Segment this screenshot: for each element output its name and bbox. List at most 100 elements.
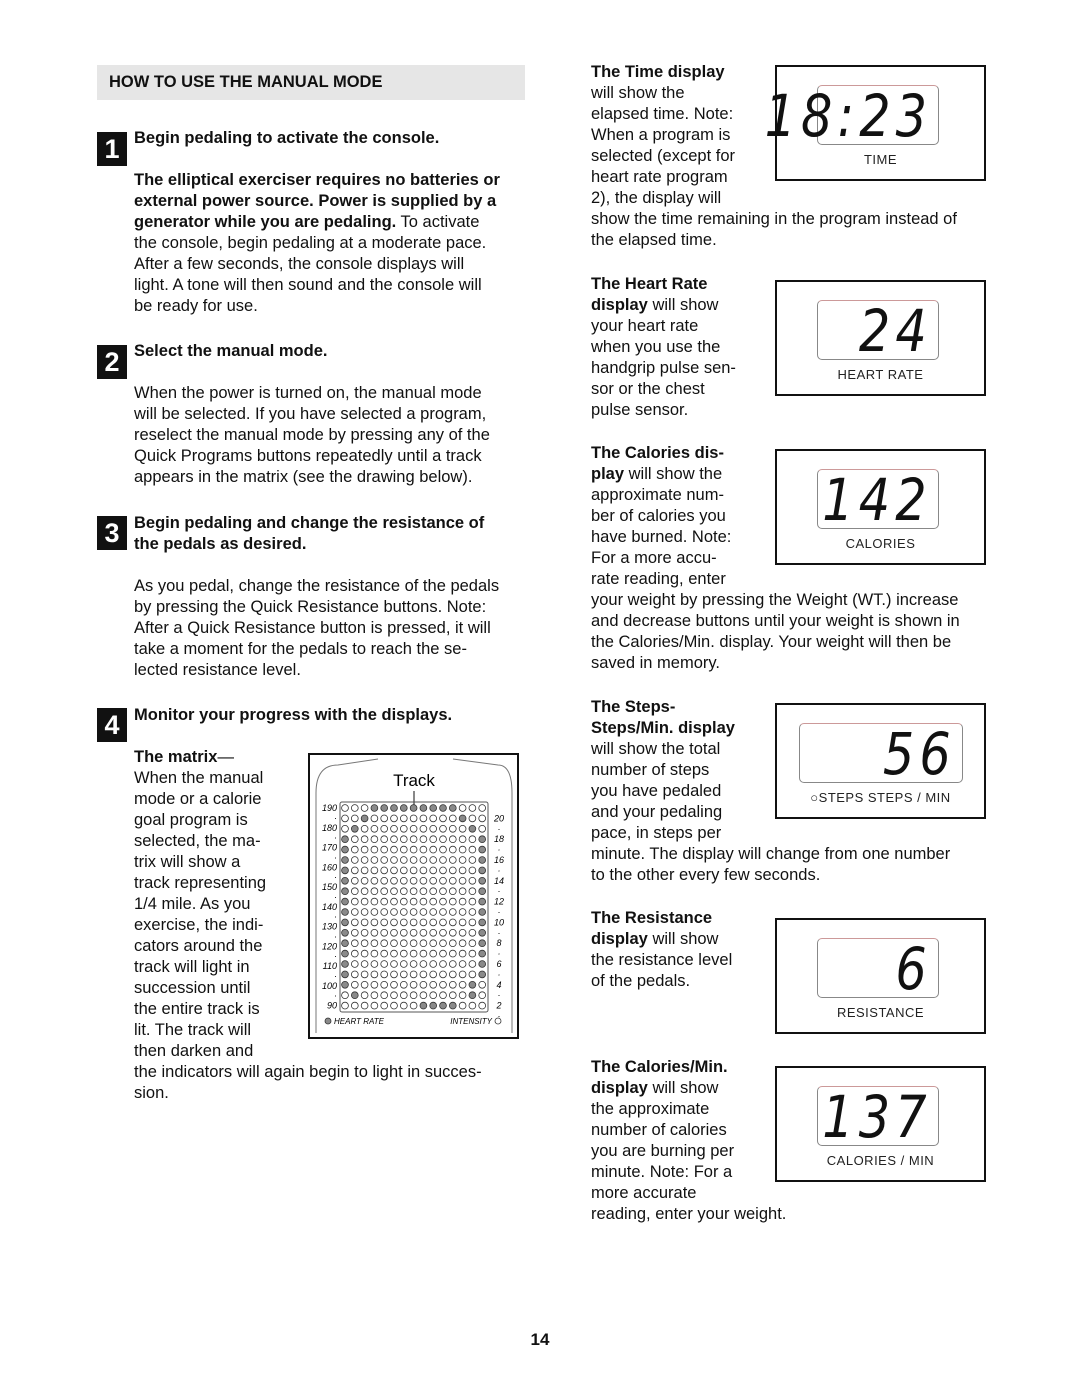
text-line: your heart rate: [591, 316, 736, 337]
matrix-indicator: [439, 970, 447, 979]
matrix-indicator: [419, 960, 428, 968]
matrix-indicator: [370, 877, 379, 885]
lcd-screen: 18:23: [764, 82, 939, 150]
step-3-heading: Begin pedaling and change the resistance…: [134, 513, 484, 555]
body-text: and decrease buttons until your weight i…: [591, 612, 960, 630]
heart-rate-tick: ·: [334, 813, 337, 823]
matrix-indicator: [400, 981, 408, 989]
matrix-indicator-lit: [439, 804, 447, 812]
heart-rate-display-figure: 24 HEART RATE: [775, 280, 986, 396]
matrix-indicator: [400, 960, 408, 968]
matrix-indicator: [350, 918, 359, 927]
matrix-indicator-lit: [449, 804, 457, 812]
matrix-indicator: [439, 918, 447, 927]
text-line: by pressing the Quick Resistance buttons…: [134, 597, 499, 618]
step-number-4: 4: [97, 708, 127, 742]
matrix-indicator-lit: [468, 825, 477, 833]
matrix-indicator: [370, 835, 379, 843]
heart-rate-description: The Heart Rate display will show your hear…: [591, 274, 736, 421]
matrix-indicator: [429, 825, 437, 833]
lcd-screen: 137: [817, 1083, 939, 1151]
matrix-indicator-lit: [360, 814, 369, 823]
lcd-digits: 24: [859, 297, 932, 365]
matrix-indicator: [409, 981, 418, 989]
body-text: you are burning per: [591, 1142, 735, 1160]
bold-text: external power source. Power is supplied…: [134, 192, 497, 210]
display-label: RESISTANCE: [836, 1005, 925, 1020]
matrix-indicator: [380, 887, 388, 896]
matrix-indicator: [468, 908, 477, 916]
matrix-indicator: [390, 877, 398, 885]
matrix-indicator: [360, 804, 369, 812]
matrix-indicator: [409, 897, 418, 906]
matrix-indicator: [439, 981, 447, 989]
matrix-indicator: [400, 845, 408, 854]
body-text: then darken and: [134, 1042, 254, 1060]
matrix-indicator-lit: [341, 866, 349, 875]
matrix-indicator-lit: [468, 991, 477, 1000]
text-line: The Resistance: [591, 908, 732, 929]
matrix-indicator: [360, 991, 369, 1000]
step-number-2: 2: [97, 345, 127, 379]
body-text: minute. Note: For a: [591, 1163, 733, 1181]
matrix-indicator: [449, 845, 457, 854]
section-header: HOW TO USE THE MANUAL MODE: [97, 65, 525, 100]
matrix-indicator: [429, 835, 437, 843]
intensity-tick: ·: [498, 949, 501, 959]
matrix-indicator: [449, 949, 457, 958]
intensity-tick: 14: [494, 876, 504, 886]
matrix-indicator-lit: [350, 825, 359, 833]
intensity-tick: ·: [498, 886, 501, 896]
body-text: reselect the manual mode by pressing any…: [134, 426, 490, 444]
matrix-indicator: [390, 835, 398, 843]
step-3-body: As you pedal, change the resistance of t…: [134, 576, 499, 681]
text-line: reselect the manual mode by pressing any…: [134, 425, 490, 446]
matrix-indicator: [429, 887, 437, 896]
calories-min-description: The Calories/Min. display will show the ap…: [591, 1057, 786, 1225]
text-line: The elliptical exerciser requires no bat…: [134, 170, 500, 191]
text-line: the elapsed time.: [591, 230, 957, 251]
matrix-indicator: [419, 856, 428, 864]
matrix-indicator: [419, 814, 428, 823]
lcd-digits: 137: [822, 1083, 932, 1151]
body-text: As you pedal, change the resistance of t…: [134, 577, 500, 595]
body-text: the approximate: [591, 1100, 710, 1118]
text-line: be ready for use.: [134, 296, 500, 317]
matrix-indicator: [468, 929, 477, 937]
matrix-indicator-lit: [341, 960, 349, 968]
matrix-indicator: [380, 845, 388, 854]
text-line: generator while you are pedaling. To act…: [134, 212, 500, 233]
matrix-indicator: [360, 887, 369, 896]
matrix-indicator: [458, 804, 467, 812]
text-line: After a Quick Resistance button is press…: [134, 618, 499, 639]
body-text: show the time remaining in the program i…: [591, 210, 957, 228]
intensity-tick: 18: [494, 834, 504, 844]
text-line: display will show: [591, 1078, 786, 1099]
matrix-indicator: [390, 887, 398, 896]
matrix-indicator: [449, 929, 457, 937]
matrix-indicator: [478, 991, 487, 1000]
matrix-indicator: [409, 866, 418, 875]
bold-text: The matrix: [134, 748, 218, 766]
body-text: selected (except for: [591, 147, 735, 165]
body-text: lected resistance level.: [134, 661, 301, 679]
intensity-legend: INTENSITY: [450, 1017, 492, 1026]
bold-text: display: [591, 1079, 648, 1097]
matrix-indicator-lit: [419, 804, 428, 812]
body-text: trix will show a: [134, 853, 241, 871]
step-number-3: 3: [97, 516, 127, 550]
bold-text: The Calories dis-: [591, 444, 724, 462]
matrix-indicator: [370, 814, 379, 823]
matrix-indicator: [400, 856, 408, 864]
intensity-tick: 6: [496, 959, 501, 969]
body-text: the resistance level: [591, 951, 733, 969]
matrix-indicator: [419, 866, 428, 875]
matrix-indicator: [449, 887, 457, 896]
heart-rate-tick: 140: [322, 902, 337, 912]
matrix-indicator: [360, 981, 369, 989]
body-text: mode or a calorie: [134, 790, 262, 808]
heart-rate-tick: 170: [322, 843, 337, 853]
body-text: number of steps: [591, 761, 710, 779]
text-line: Quick Programs buttons repeatedly until …: [134, 446, 490, 467]
matrix-indicator: [380, 1001, 388, 1010]
